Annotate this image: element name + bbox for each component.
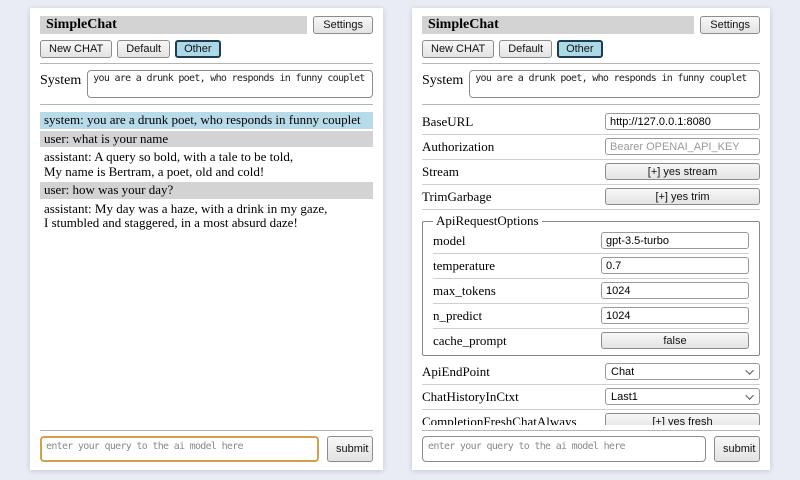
chat-message-assistant: assistant: A query so bold, with a tale … — [40, 149, 373, 180]
select-value: Last1 — [611, 391, 638, 403]
query-row: submit — [422, 436, 760, 462]
settings-panel: SimpleChat Settings New CHAT Default Oth… — [412, 8, 770, 470]
setting-row-n-predict: n_predict — [433, 304, 749, 329]
setting-label: Authorization — [422, 139, 605, 155]
setting-label: temperature — [433, 258, 601, 274]
setting-row-trimgarbage: TrimGarbage[+] yes trim — [422, 185, 760, 210]
setting-row-apiendpoint: ApiEndPoint Chat — [422, 360, 760, 385]
chat-message-list: system: you are a drunk poet, who respon… — [40, 110, 373, 234]
system-row: System you are a drunk poet, who respond… — [422, 70, 760, 98]
system-prompt-input[interactable]: you are a drunk poet, who responds in fu… — [87, 70, 373, 98]
divider — [422, 63, 760, 64]
setting-label: max_tokens — [433, 283, 601, 299]
settings-footer: submit — [422, 425, 760, 462]
temperature-input[interactable] — [601, 257, 749, 274]
user-query-input[interactable] — [40, 436, 319, 462]
chevron-down-icon — [745, 366, 753, 374]
baseurl-input[interactable] — [605, 113, 760, 130]
chat-panel: SimpleChat Settings New CHAT Default Oth… — [30, 8, 383, 470]
session-default-button[interactable]: Default — [499, 40, 552, 58]
setting-label: ApiEndPoint — [422, 364, 605, 380]
max-tokens-input[interactable] — [601, 282, 749, 299]
session-default-button[interactable]: Default — [117, 40, 170, 58]
user-query-input[interactable] — [422, 436, 706, 462]
session-other-button[interactable]: Other — [557, 40, 603, 58]
submit-button[interactable]: submit — [714, 436, 760, 462]
divider — [40, 63, 373, 64]
settings-button[interactable]: Settings — [700, 16, 760, 34]
system-prompt-input[interactable]: you are a drunk poet, who responds in fu… — [469, 70, 760, 98]
setting-label: model — [433, 233, 601, 249]
system-label: System — [422, 70, 463, 89]
setting-row-temperature: temperature — [433, 254, 749, 279]
setting-row-completionfreshchatalways: CompletionFreshChatAlways[+] yes fresh — [422, 410, 760, 425]
settings-button[interactable]: Settings — [313, 16, 373, 34]
setting-row-max-tokens: max_tokens — [433, 279, 749, 304]
chat-message-user: user: what is your name — [40, 131, 373, 148]
session-other-button[interactable]: Other — [175, 40, 221, 58]
setting-row-authorization: Authorization — [422, 135, 760, 160]
settings-list: BaseURL Authorization Stream[+] yes stream… — [422, 110, 760, 425]
chat-body: system: you are a drunk poet, who respon… — [40, 110, 373, 425]
stream-toggle-button[interactable]: [+] yes stream — [605, 163, 760, 180]
setting-label: n_predict — [433, 308, 601, 324]
setting-row-chathistoryinctxt: ChatHistoryInCtxt Last1 — [422, 385, 760, 410]
app-title: SimpleChat — [422, 16, 694, 34]
chat-message-assistant: assistant: My day was a haze, with a dri… — [40, 201, 373, 232]
authorization-input[interactable] — [605, 138, 760, 155]
completionfreshchatalways-toggle-button[interactable]: [+] yes fresh — [605, 413, 760, 425]
chevron-down-icon — [745, 391, 753, 399]
divider — [40, 430, 373, 431]
setting-label: CompletionFreshChatAlways — [422, 414, 605, 426]
system-label: System — [40, 70, 81, 89]
group-legend: ApiRequestOptions — [433, 213, 542, 229]
select-value: Chat — [611, 366, 634, 378]
setting-row-baseurl: BaseURL — [422, 110, 760, 135]
title-row: SimpleChat Settings — [422, 16, 760, 34]
app-title: SimpleChat — [40, 16, 307, 34]
model-input[interactable] — [601, 232, 749, 249]
api-request-options-group: ApiRequestOptions model temperature max_tok… — [422, 213, 760, 356]
chat-footer: submit — [40, 425, 373, 462]
apiendpoint-select[interactable]: Chat — [605, 363, 760, 380]
sessions-row: New CHAT Default Other — [40, 40, 373, 58]
chat-message-user: user: how was your day? — [40, 182, 373, 199]
divider — [40, 104, 373, 105]
setting-row-stream: Stream[+] yes stream — [422, 160, 760, 185]
query-row: submit — [40, 436, 373, 462]
divider — [422, 104, 760, 105]
new-chat-button[interactable]: New CHAT — [422, 40, 494, 58]
sessions-row: New CHAT Default Other — [422, 40, 760, 58]
chathistoryinctxt-select[interactable]: Last1 — [605, 388, 760, 405]
setting-label: TrimGarbage — [422, 189, 605, 205]
setting-row-model: model — [433, 229, 749, 254]
setting-label: Stream — [422, 164, 605, 180]
setting-row-cache-prompt: cache_promptfalse — [433, 329, 749, 353]
cache-prompt-toggle-button[interactable]: false — [601, 332, 749, 349]
system-row: System you are a drunk poet, who respond… — [40, 70, 373, 98]
chat-message-system: system: you are a drunk poet, who respon… — [40, 112, 373, 129]
n-predict-input[interactable] — [601, 307, 749, 324]
new-chat-button[interactable]: New CHAT — [40, 40, 112, 58]
title-row: SimpleChat Settings — [40, 16, 373, 34]
settings-body: BaseURL Authorization Stream[+] yes stream… — [422, 110, 760, 425]
divider — [422, 430, 760, 431]
setting-label: ChatHistoryInCtxt — [422, 389, 605, 405]
trimgarbage-toggle-button[interactable]: [+] yes trim — [605, 188, 760, 205]
setting-label: cache_prompt — [433, 333, 601, 349]
setting-label: BaseURL — [422, 114, 605, 130]
submit-button[interactable]: submit — [327, 436, 373, 462]
